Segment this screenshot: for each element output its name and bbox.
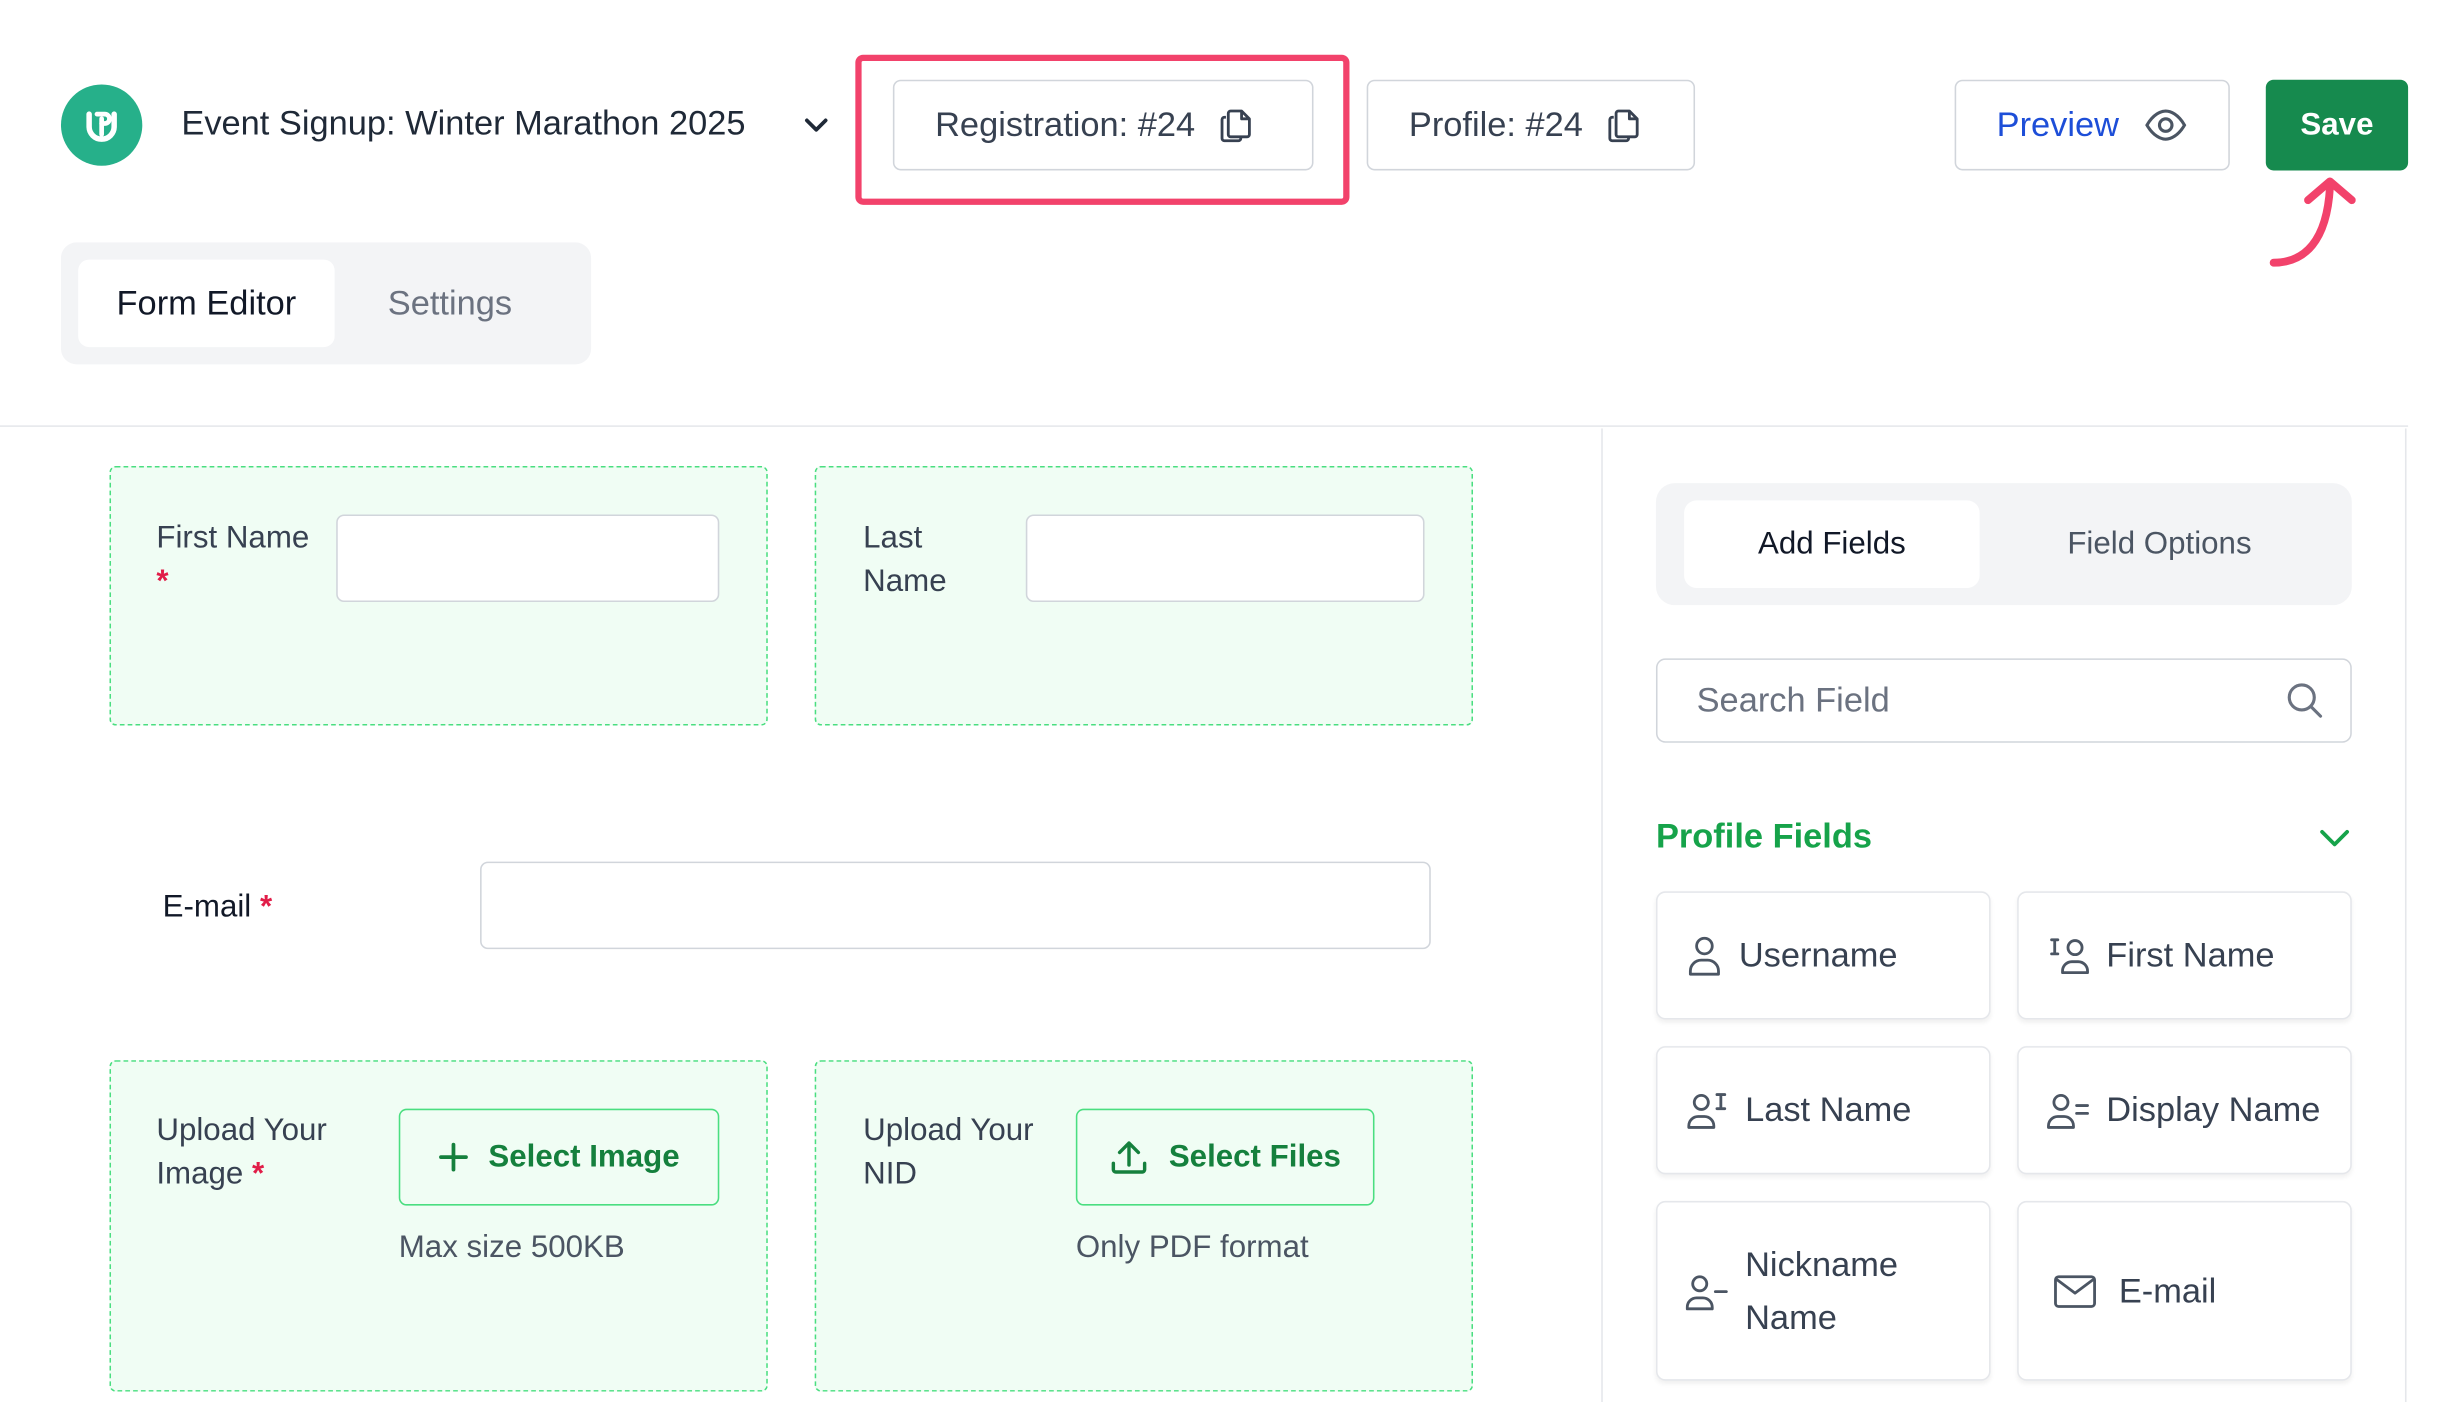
image-size-hint: Max size 500KB — [398, 1230, 625, 1266]
profile-id-chip[interactable]: Profile: #24 — [1366, 79, 1696, 171]
field-card-label: Last Name — [1745, 1089, 1912, 1129]
field-card-label: Username — [1738, 935, 1898, 975]
field-card-username[interactable]: Username — [1655, 891, 1991, 1020]
field-card-label: E-mail — [2118, 1270, 2217, 1310]
select-files-button[interactable]: Select Files — [1075, 1108, 1375, 1206]
editor-tabs: Form Editor Settings — [60, 242, 592, 365]
field-card-nickname[interactable]: Nickname Name — [1655, 1200, 1991, 1381]
email-label: E-mail * — [162, 889, 273, 925]
registration-highlight-box — [855, 54, 1350, 205]
field-card-label: Nickname Name — [1745, 1243, 1899, 1337]
select-image-label: Select Image — [488, 1139, 680, 1174]
nickname-icon — [1685, 1274, 1728, 1310]
annotation-arrow-icon — [2269, 177, 2356, 267]
nid-format-hint: Only PDF format — [1075, 1230, 1309, 1266]
field-card-label: Display Name — [2106, 1089, 2321, 1129]
chevron-down-icon[interactable] — [2316, 819, 2354, 857]
panel-tabs: Add Fields Field Options — [1655, 483, 2352, 606]
field-card-first-name[interactable]: First Name — [2017, 891, 2352, 1020]
last-name-icon — [1687, 1093, 1727, 1129]
panel-divider — [1601, 428, 1603, 1402]
user-icon — [1688, 936, 1720, 976]
form-title[interactable]: Event Signup: Winter Marathon 2025 — [181, 103, 745, 144]
required-marker: * — [252, 1157, 265, 1192]
search-field-input[interactable] — [1696, 680, 2285, 721]
profile-id-label: Profile: #24 — [1408, 104, 1583, 144]
field-card-display-name[interactable]: Display Name — [2017, 1046, 2352, 1175]
field-card-last-name[interactable]: Last Name — [1655, 1046, 1991, 1175]
tab-form-editor[interactable]: Form Editor — [78, 259, 335, 348]
select-image-button[interactable]: Select Image — [398, 1108, 720, 1206]
search-icon[interactable] — [2285, 680, 2326, 721]
last-name-input[interactable] — [1025, 514, 1425, 603]
tab-field-options[interactable]: Field Options — [2003, 500, 2316, 588]
copy-icon[interactable] — [1605, 106, 1643, 144]
field-card-email[interactable]: E-mail — [2017, 1200, 2352, 1381]
canvas-border — [2404, 428, 2407, 1402]
required-marker: * — [156, 564, 169, 599]
upload-icon — [1112, 1141, 1148, 1174]
search-field-box — [1655, 658, 2352, 743]
preview-label: Preview — [1996, 104, 2120, 144]
tab-settings[interactable]: Settings — [388, 260, 512, 348]
header-divider — [0, 425, 2409, 427]
email-input[interactable] — [480, 861, 1431, 950]
logo-icon — [86, 111, 117, 142]
required-marker: * — [259, 889, 273, 925]
upload-nid-label: Upload Your NID — [863, 1113, 1034, 1192]
envelope-icon — [2054, 1274, 2096, 1308]
preview-button[interactable]: Preview — [1954, 79, 2230, 171]
first-name-icon — [2050, 938, 2089, 975]
app-logo[interactable] — [60, 84, 143, 166]
last-name-label: Last Name — [863, 520, 947, 599]
eye-icon — [2145, 109, 2187, 141]
save-button[interactable]: Save — [2265, 79, 2409, 171]
first-name-input[interactable] — [336, 514, 720, 603]
chevron-down-icon[interactable] — [801, 109, 832, 140]
field-card-label: First Name — [2106, 935, 2275, 975]
display-name-icon — [2047, 1093, 2089, 1129]
profile-fields-section-title[interactable]: Profile Fields — [1656, 816, 1872, 857]
first-name-label: First Name * — [156, 520, 310, 599]
plus-icon — [439, 1142, 469, 1172]
select-files-label: Select Files — [1168, 1139, 1341, 1174]
tab-add-fields[interactable]: Add Fields — [1684, 500, 1980, 588]
upload-image-label: Upload Your Image * — [156, 1113, 327, 1192]
